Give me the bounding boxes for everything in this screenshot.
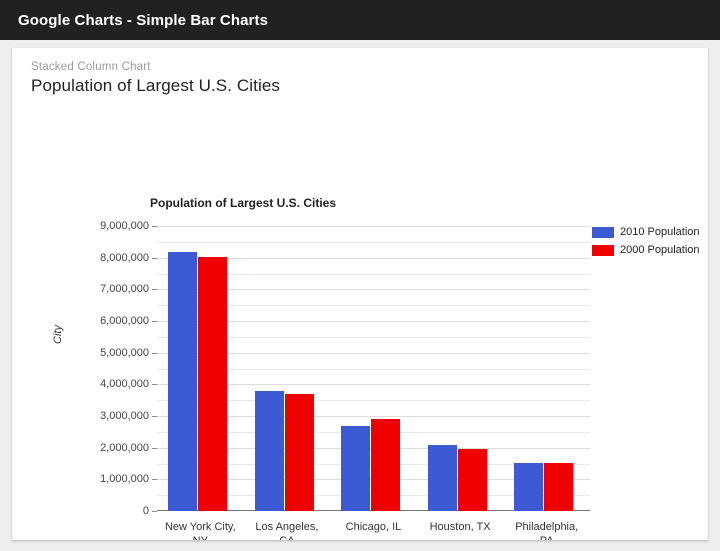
x-axis-tick-line: PA [503,534,590,540]
legend-swatch [592,226,614,238]
legend-label: 2000 Population [620,244,700,256]
card-subtitle: Stacked Column Chart [31,61,151,73]
y-axis-tick-label: 3,000,000 [100,410,149,422]
x-axis-tick-line: Philadelphia, [515,521,579,533]
bar-group: Philadelphia,PA [503,226,590,540]
x-axis-tick-line: New York City, [164,521,236,533]
chart-card: Stacked Column Chart Population of Large… [12,48,708,540]
y-axis-tick-label: 9,000,000 [100,220,149,232]
legend-label: 2010 Population [620,226,700,238]
legend-item[interactable]: 2000 Population [592,241,700,259]
x-axis-tick-label: New York City,NY [157,520,244,540]
app-header: Google Charts - Simple Bar Charts [0,0,720,40]
bar-group: Los Angeles,CA [244,226,331,540]
x-axis-tick-line: Los Angeles, [255,521,319,533]
y-axis-title: City [52,325,64,344]
y-axis-tick-label: 2,000,000 [100,441,149,454]
y-axis-tick-label: 7,000,000 [100,283,149,296]
y-axis-tick-label: 8,000,000 [100,251,149,264]
bar-series-2000[interactable] [284,394,314,511]
bar-group: Houston, TX [417,226,504,533]
x-axis-tick-line: NY [157,534,244,540]
chart-title: Population of Largest U.S. Cities [150,196,337,210]
bar-series-2000[interactable] [198,257,227,511]
x-axis-tick-label: Philadelphia,PA [503,520,590,540]
plot-area: 0 1,000,000 2,000,000 3,000,000 4,000,000 5,0… [100,220,590,540]
bar-series-2000[interactable] [457,449,487,511]
y-axis-tick-label: 1,000,000 [100,473,149,486]
page-title: Population of Largest U.S. Cities [31,76,280,95]
legend-item[interactable]: 2010 Population [592,223,700,241]
x-axis-tick-label: Los Angeles,CA [244,520,331,540]
bar-group: New York City,NY [157,226,244,540]
x-axis-tick-label: Houston, TX [417,520,504,534]
chart-container: Population of Largest U.S. Cities City 0… [12,104,708,540]
x-axis-tick-line: Chicago, IL [345,521,402,533]
x-axis-tick-line: CA [244,534,331,540]
bar-series-2000[interactable] [544,462,574,511]
y-axis-tick-label: 4,000,000 [100,378,149,391]
bar-series-2010[interactable] [514,462,544,511]
bar-series-2010[interactable] [341,425,371,511]
bar-series-2000[interactable] [371,419,401,511]
chart-legend: 2010 Population 2000 Population [592,223,700,259]
y-axis-tick-label: 0 [142,505,149,517]
legend-swatch [592,244,614,256]
bar-series-2010[interactable] [168,252,197,511]
y-axis-tick-mark [152,511,157,512]
app-title: Google Charts - Simple Bar Charts [18,11,269,29]
x-axis-tick-label: Chicago, IL [330,520,417,534]
bar-series-2010[interactable] [427,444,457,511]
bar-group: Chicago, IL [330,226,417,533]
bar-series-2010[interactable] [254,390,284,511]
y-axis-tick-label: 5,000,000 [100,346,149,359]
x-axis-tick-line: Houston, TX [429,521,491,533]
y-axis-tick-label: 6,000,000 [100,315,149,327]
